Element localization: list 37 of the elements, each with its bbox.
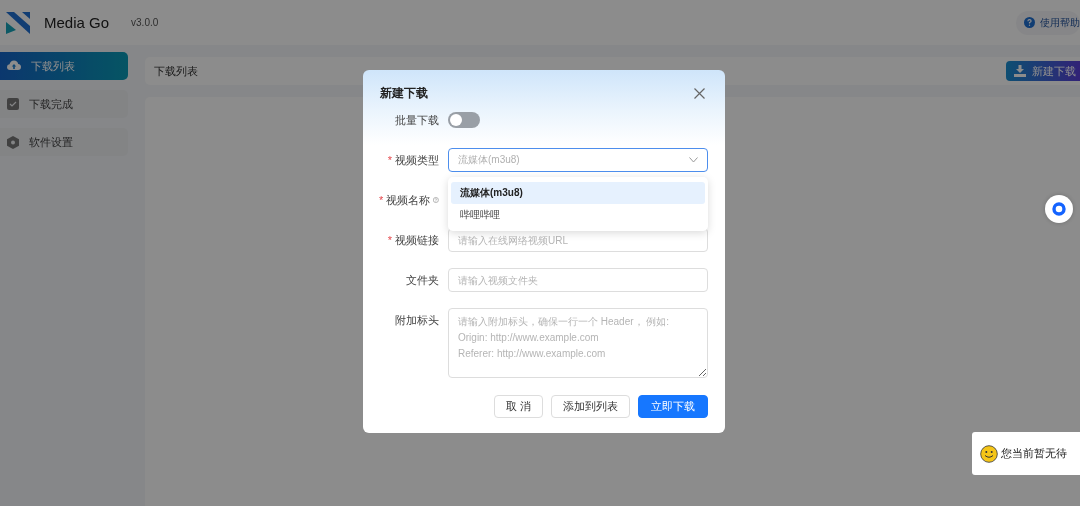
dialog-button[interactable]: 取 消	[493, 395, 543, 418]
help-icon	[1024, 16, 1035, 29]
checkbox-icon	[7, 98, 19, 110]
text-field[interactable]: 请输入视频文件夹	[448, 268, 708, 292]
close-icon[interactable]	[694, 87, 705, 99]
ring-icon	[1052, 202, 1066, 216]
app-name: Media Go	[44, 14, 110, 31]
dropdown-option[interactable]: 流媒体(m3u8)	[451, 182, 705, 204]
field-label: 视频链接	[395, 232, 439, 248]
field-label: 文件夹	[406, 272, 439, 288]
download-button[interactable]: 立即下载	[638, 395, 708, 418]
sidebar-item[interactable]: 下载列表	[0, 52, 128, 80]
chevron-icon	[689, 157, 698, 163]
toast-text: 您当前暂无待	[1001, 446, 1067, 461]
field-label: 批量下载	[395, 112, 439, 128]
app-version: v3.0.0	[131, 17, 159, 28]
download-icon	[1014, 65, 1026, 77]
dropdown-option[interactable]: 哔哩哔哩	[451, 204, 705, 226]
logo-icon	[6, 11, 30, 34]
field-label: 视频类型	[395, 152, 439, 168]
select-field[interactable]: 流媒体(m3u8)	[448, 148, 708, 172]
sidebar-item[interactable]: 软件设置	[0, 128, 128, 156]
required-asterisk: *	[387, 154, 392, 166]
sidebar-item[interactable]: 下载完成	[0, 90, 128, 118]
dialog-title: 新建下载	[380, 84, 428, 102]
cloud-upload-icon	[7, 60, 21, 72]
required-asterisk: *	[379, 194, 384, 206]
new-download-button[interactable]: 新建下载	[1006, 61, 1080, 81]
smiley-icon	[980, 444, 998, 463]
required-asterisk: *	[387, 234, 392, 246]
dialog-button[interactable]: 添加到列表	[551, 395, 630, 418]
field-label: 视频名称	[386, 192, 431, 208]
help-button[interactable]: 使用帮助	[1016, 10, 1080, 35]
toggle-switch[interactable]	[448, 112, 480, 128]
field-label: 附加标头	[395, 312, 439, 328]
page-title: 下载列表	[154, 63, 198, 79]
settings-icon	[7, 135, 19, 149]
